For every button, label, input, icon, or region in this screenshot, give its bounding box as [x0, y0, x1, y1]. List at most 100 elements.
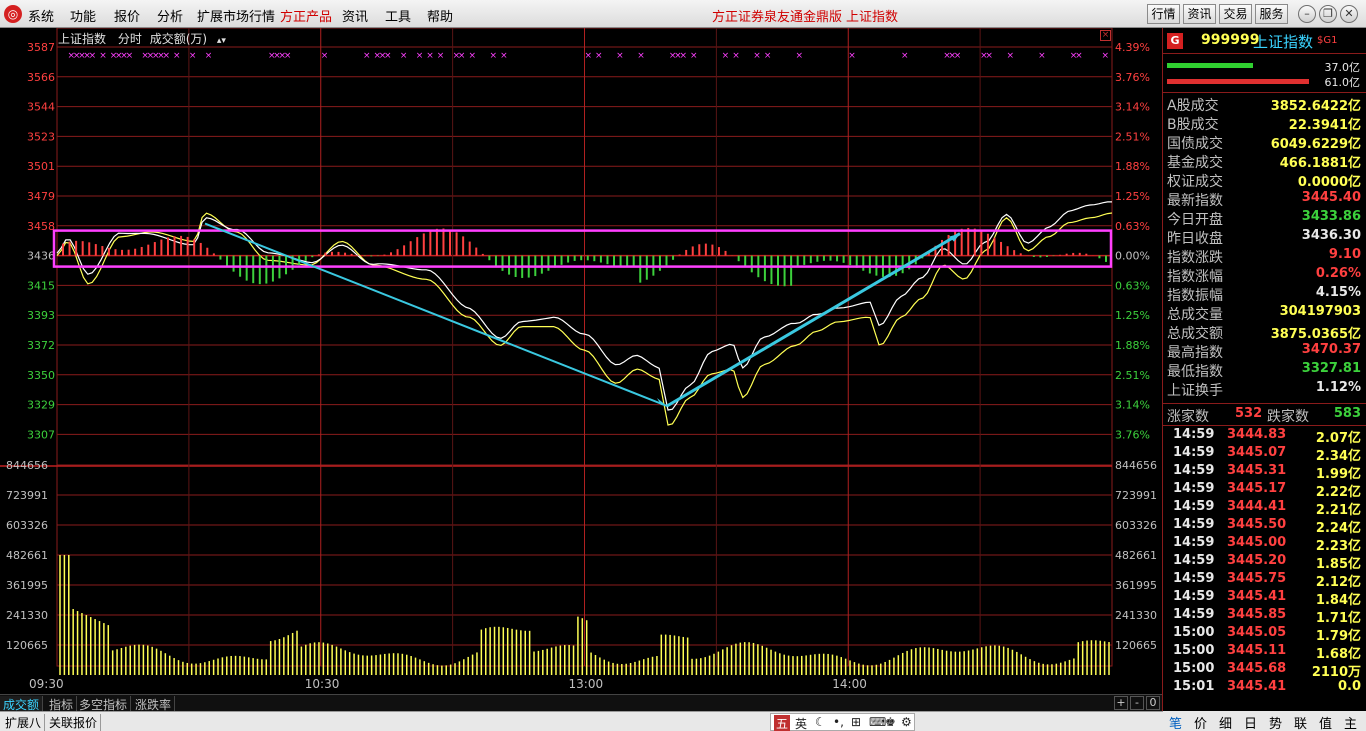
ime-skin-icon[interactable]: ♚ [885, 715, 896, 729]
indicator-switch-icon[interactable]: ▴▾ [217, 36, 226, 46]
tick-time: 15:00 [1173, 643, 1215, 658]
stat-row: 总成交量 304197903 [1163, 304, 1366, 323]
tick-row: 14:59 3445.20 1.85亿 [1163, 553, 1366, 572]
signal-mark: × [848, 51, 856, 61]
tick-row: 14:59 3445.31 1.99亿 [1163, 463, 1366, 482]
tick-time: 14:59 [1173, 499, 1215, 514]
news-button[interactable]: 资讯 [1183, 4, 1216, 24]
panel-tab[interactable]: 联 [1294, 713, 1307, 731]
ime-keyboard-icon[interactable]: ⌨ [869, 715, 886, 729]
panel-tab[interactable]: 值 [1319, 713, 1332, 731]
stat-row: 国债成交 6049.6229亿 [1163, 133, 1366, 152]
percent-tick-label: 1.25% [1115, 309, 1150, 322]
tick-volume: 2.22亿 [1315, 485, 1361, 500]
volume-tick-label: 723991 [6, 489, 48, 502]
signal-mark: × [173, 51, 181, 61]
panel-tab[interactable]: 主 [1344, 713, 1357, 731]
panel-tab[interactable]: 价 [1194, 713, 1207, 731]
tick-time: 14:59 [1173, 463, 1215, 478]
zoom-out-button[interactable]: - [1130, 696, 1144, 710]
chart-close-icon[interactable]: × [1100, 30, 1111, 41]
percent-tick-label: 2.51% [1115, 369, 1150, 382]
menu-analysis[interactable]: 分析 [157, 6, 183, 25]
menu-news[interactable]: 资讯 [342, 6, 368, 25]
tick-time: 14:59 [1173, 589, 1215, 604]
tick-time: 15:01 [1173, 679, 1215, 694]
price-tick-label: 3458 [27, 220, 55, 233]
signal-mark: × [500, 51, 508, 61]
volume-tick-label: 120665 [6, 639, 48, 652]
menu-quote[interactable]: 报价 [114, 6, 140, 25]
menu-extended-market[interactable]: 扩展市场行情 [197, 6, 275, 25]
price-tick-label: 3436 [27, 250, 55, 263]
reset-button[interactable]: 0 [1146, 696, 1160, 710]
ime-softkeyboard-icon[interactable]: ⊞ [851, 715, 861, 729]
current-index-title: 上证指数 [846, 10, 899, 25]
menu-help[interactable]: 帮助 [427, 6, 453, 25]
tick-row: 14:59 3444.83 2.07亿 [1163, 427, 1366, 446]
tick-time: 14:59 [1173, 445, 1215, 460]
volume-tick-label: 844656 [6, 459, 48, 472]
quote-panel: G 999999 上证指数 $G1 37.0亿 61.0亿 A股成交 3852.6… [1162, 28, 1366, 731]
tab-related-quotes[interactable]: 关联报价 [46, 714, 102, 731]
tick-time: 14:59 [1173, 481, 1215, 496]
menu-tools[interactable]: 工具 [385, 6, 411, 25]
signal-mark: × [616, 51, 624, 61]
percent-tick-label: 0.63% [1115, 279, 1150, 292]
price-tick-label: 3566 [27, 71, 55, 84]
zoom-in-button[interactable]: + [1114, 696, 1128, 710]
ime-halfwidth-icon[interactable]: ☾ [815, 715, 826, 729]
stat-row: 上证换手 1.12% [1163, 380, 1366, 399]
menu-function[interactable]: 功能 [70, 6, 96, 25]
tick-row: 14:59 3445.07 2.34亿 [1163, 445, 1366, 464]
minimize-icon[interactable]: – [1298, 5, 1316, 23]
chart-index-name: 上证指数 [58, 32, 107, 46]
service-button[interactable]: 服务 [1255, 4, 1288, 24]
intraday-chart[interactable]: 3587 4.39% 3566 3.76% 3544 3.14% 3523 2.51% 3501… [0, 28, 1162, 694]
chart-indicator-name[interactable]: 成交额(万) [150, 32, 207, 46]
menu-founder-products[interactable]: 方正产品 [280, 6, 332, 25]
ime-english-icon[interactable]: 英 [795, 715, 807, 731]
tab-extension-8[interactable]: 扩展八 [2, 714, 46, 731]
stat-row: 总成交额 3875.0365亿 [1163, 323, 1366, 342]
ime-settings-icon[interactable]: ⚙ [901, 715, 912, 729]
stat-label: 权证成交 [1167, 174, 1223, 190]
menu-system[interactable]: 系统 [28, 6, 54, 25]
trade-button[interactable]: 交易 [1219, 4, 1252, 24]
stat-row: 最新指数 3445.40 [1163, 190, 1366, 209]
signal-mark: × [321, 51, 329, 61]
up-count: 532 [1235, 406, 1263, 421]
restore-icon[interactable]: ❐ [1319, 5, 1337, 23]
chart-mode[interactable]: 分时 [118, 32, 142, 46]
tick-price: 3444.83 [1227, 427, 1287, 442]
price-tick-label: 3587 [27, 41, 55, 54]
percent-tick-label: 1.88% [1115, 160, 1150, 173]
tick-row: 14:59 3445.85 1.71亿 [1163, 607, 1366, 626]
stat-label: 总成交量 [1167, 307, 1223, 323]
stat-value: 3852.6422亿 [1270, 99, 1361, 114]
ime-wubi-icon[interactable]: 五 [774, 715, 791, 731]
stat-row: A股成交 3852.6422亿 [1163, 95, 1366, 114]
volume-tick-label: 723991 [1115, 489, 1157, 502]
panel-tab[interactable]: 日 [1244, 713, 1257, 731]
tick-price: 3445.07 [1227, 445, 1287, 460]
app-logo-icon[interactable]: ◎ [4, 5, 22, 23]
time-tick-label: 14:00 [832, 677, 867, 691]
stat-row: 基金成交 466.1881亿 [1163, 152, 1366, 171]
signal-mark: × [637, 51, 645, 61]
panel-tab[interactable]: 势 [1269, 713, 1282, 731]
close-icon[interactable]: ✕ [1340, 5, 1358, 23]
tick-row: 15:00 3445.68 2110万 [1163, 661, 1366, 680]
percent-tick-label: 1.25% [1115, 190, 1150, 203]
ime-punctuation-icon[interactable]: •, [833, 715, 844, 729]
panel-tab[interactable]: 笔 [1169, 713, 1182, 731]
price-tick-label: 3307 [27, 428, 55, 441]
quotes-button[interactable]: 行情 [1147, 4, 1180, 24]
panel-tab[interactable]: 细 [1219, 713, 1232, 731]
time-tick-label: 10:30 [305, 677, 340, 691]
signal-mark: × [901, 51, 909, 61]
tick-volume: 1.84亿 [1315, 593, 1361, 608]
buy-volume-bar [1167, 63, 1253, 68]
tick-row: 15:00 3445.11 1.68亿 [1163, 643, 1366, 662]
stat-row: 昨日收盘 3436.30 [1163, 228, 1366, 247]
